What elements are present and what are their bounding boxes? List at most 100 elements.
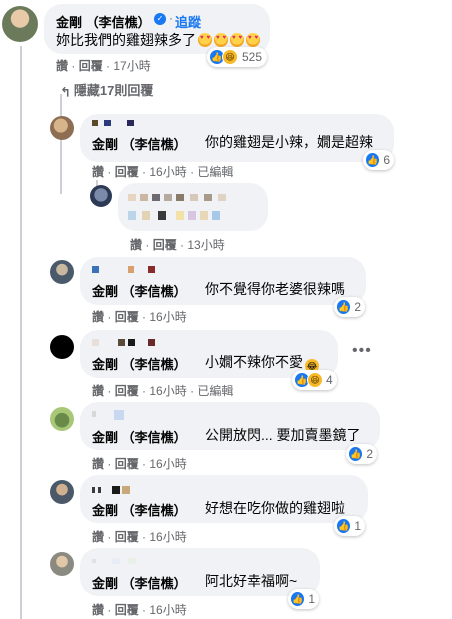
hide-arrow-icon: ↲ xyxy=(60,84,71,99)
avatar[interactable] xyxy=(50,480,74,504)
timestamp[interactable]: 13小時 xyxy=(187,238,224,252)
timestamp[interactable]: 16小時 xyxy=(149,457,186,471)
redacted-text-icon xyxy=(176,211,184,220)
reply-text: 阿北好幸福啊~ xyxy=(205,573,298,589)
redacted-name-icon xyxy=(92,411,96,417)
comment-actions: 讚 · 回覆 · 17小時 xyxy=(56,59,151,73)
comment-text-content: 妳比我們的雞翅辣多了 xyxy=(56,32,196,48)
reply-text-content: 小嫺不辣你不愛 xyxy=(205,354,303,370)
love-emoji-icon xyxy=(230,33,244,47)
reply-author[interactable]: 金剛 （李信樵） xyxy=(92,281,187,300)
like-reaction-icon: 👍 xyxy=(290,591,306,607)
redacted-text-icon xyxy=(204,194,212,201)
redacted-text-icon xyxy=(212,211,220,220)
reaction-count: 2 xyxy=(354,300,361,314)
avatar[interactable] xyxy=(50,552,74,576)
reaction-summary[interactable]: 👍 2 xyxy=(334,297,365,317)
reply-text: 公開放閃... 要加賣墨鏡了 xyxy=(205,427,361,443)
redacted-text-icon xyxy=(164,194,172,201)
like-action[interactable]: 讚 xyxy=(56,59,68,73)
reply-action[interactable]: 回覆 xyxy=(115,165,139,179)
follow-link[interactable]: 追蹤 xyxy=(175,12,201,31)
avatar[interactable] xyxy=(50,116,74,140)
redacted-name-icon xyxy=(92,120,98,126)
reply-actions: 讚 · 回覆 · 16小時 · 已編輯 xyxy=(92,384,234,398)
reply-action[interactable]: 回覆 xyxy=(79,59,103,73)
timestamp[interactable]: 16小時 xyxy=(149,530,186,544)
hide-replies-label: 隱藏17則回覆 xyxy=(73,83,154,98)
reply-text: 你不覺得你老婆很辣嗎 xyxy=(205,281,345,297)
like-reaction-icon: 👍 xyxy=(336,518,352,534)
edited-label: 已編輯 xyxy=(197,384,234,398)
reply-actions: 讚 · 回覆 · 16小時 xyxy=(92,310,187,324)
reply-author[interactable]: 金剛 （李信樵） xyxy=(92,354,187,373)
timestamp[interactable]: 16小時 xyxy=(149,603,186,617)
timestamp[interactable]: 16小時 xyxy=(149,310,186,324)
like-action[interactable]: 讚 xyxy=(92,384,104,398)
reply-author[interactable]: 金剛 （李信樵） xyxy=(92,134,187,153)
reply-author[interactable]: 金剛 （李信樵） xyxy=(92,573,187,592)
reply-actions: 讚 · 回覆 · 13小時 xyxy=(130,238,225,252)
redacted-text-icon xyxy=(188,211,196,220)
redacted-name-icon xyxy=(92,559,96,563)
reply-bubble xyxy=(118,183,268,231)
hide-replies-button[interactable]: ↲ 隱藏17則回覆 xyxy=(60,80,153,99)
like-action[interactable]: 讚 xyxy=(92,530,104,544)
haha-reaction-icon: 😆 xyxy=(222,49,238,65)
avatar[interactable] xyxy=(90,185,112,207)
redacted-text-icon xyxy=(218,194,226,201)
comment-author[interactable]: 金剛 （李信樵） xyxy=(56,12,151,31)
avatar[interactable] xyxy=(50,335,74,359)
reply-action[interactable]: 回覆 xyxy=(115,384,139,398)
redacted-name-icon xyxy=(92,339,99,346)
reaction-count: 1 xyxy=(308,592,315,606)
timestamp[interactable]: 16小時 xyxy=(149,384,186,398)
like-action[interactable]: 讚 xyxy=(92,165,104,179)
redacted-name-icon xyxy=(114,410,124,420)
reaction-summary[interactable]: 👍 6 xyxy=(363,150,394,170)
reply-action[interactable]: 回覆 xyxy=(115,310,139,324)
reply-action[interactable]: 回覆 xyxy=(115,457,139,471)
redacted-name-icon xyxy=(118,339,125,346)
reaction-summary[interactable]: 👍 1 xyxy=(288,589,319,609)
redacted-name-icon xyxy=(128,266,134,273)
more-options-icon[interactable]: ••• xyxy=(352,342,372,360)
avatar[interactable] xyxy=(50,407,74,431)
reaction-summary[interactable]: 👍 2 xyxy=(346,444,377,464)
redacted-name-icon xyxy=(122,486,130,494)
reaction-summary[interactable]: 👍 1 xyxy=(334,516,365,536)
timestamp[interactable]: 17小時 xyxy=(113,59,150,73)
reply-actions: 讚 · 回覆 · 16小時 xyxy=(92,603,187,617)
reply-author[interactable]: 金剛 （李信樵） xyxy=(92,500,187,519)
reply-action[interactable]: 回覆 xyxy=(115,603,139,617)
reply-actions: 讚 · 回覆 · 16小時 xyxy=(92,530,187,544)
reply-action[interactable]: 回覆 xyxy=(153,238,177,252)
like-action[interactable]: 讚 xyxy=(92,310,104,324)
redacted-text-icon xyxy=(142,211,150,220)
edited-label: 已編輯 xyxy=(197,165,234,179)
love-emoji-icon xyxy=(198,33,212,47)
redacted-name-icon xyxy=(112,558,120,564)
like-action[interactable]: 讚 xyxy=(92,603,104,617)
like-reaction-icon: 👍 xyxy=(336,299,352,315)
reaction-count: 1 xyxy=(354,519,361,533)
timestamp[interactable]: 16小時 xyxy=(149,165,186,179)
reaction-count: 525 xyxy=(242,50,263,64)
avatar[interactable] xyxy=(50,260,74,284)
redacted-name-icon xyxy=(98,487,101,493)
love-emoji-icon xyxy=(214,33,228,47)
thread-line xyxy=(20,46,22,619)
like-action[interactable]: 讚 xyxy=(130,238,142,252)
redacted-name-icon xyxy=(127,120,134,126)
redacted-text-icon xyxy=(200,211,208,220)
haha-reaction-icon: 😆 xyxy=(307,372,323,388)
reply-author[interactable]: 金剛 （李信樵） xyxy=(92,427,187,446)
like-action[interactable]: 讚 xyxy=(92,457,104,471)
follow-dot: · xyxy=(169,11,173,25)
reply-action[interactable]: 回覆 xyxy=(115,530,139,544)
reaction-summary[interactable]: 👍 😆 4 xyxy=(292,370,337,390)
reply-actions: 讚 · 回覆 · 16小時 · 已編輯 xyxy=(92,165,234,179)
reaction-summary[interactable]: 👍 😆 525 xyxy=(207,47,267,67)
redacted-name-icon xyxy=(104,120,111,126)
avatar[interactable] xyxy=(2,6,38,42)
